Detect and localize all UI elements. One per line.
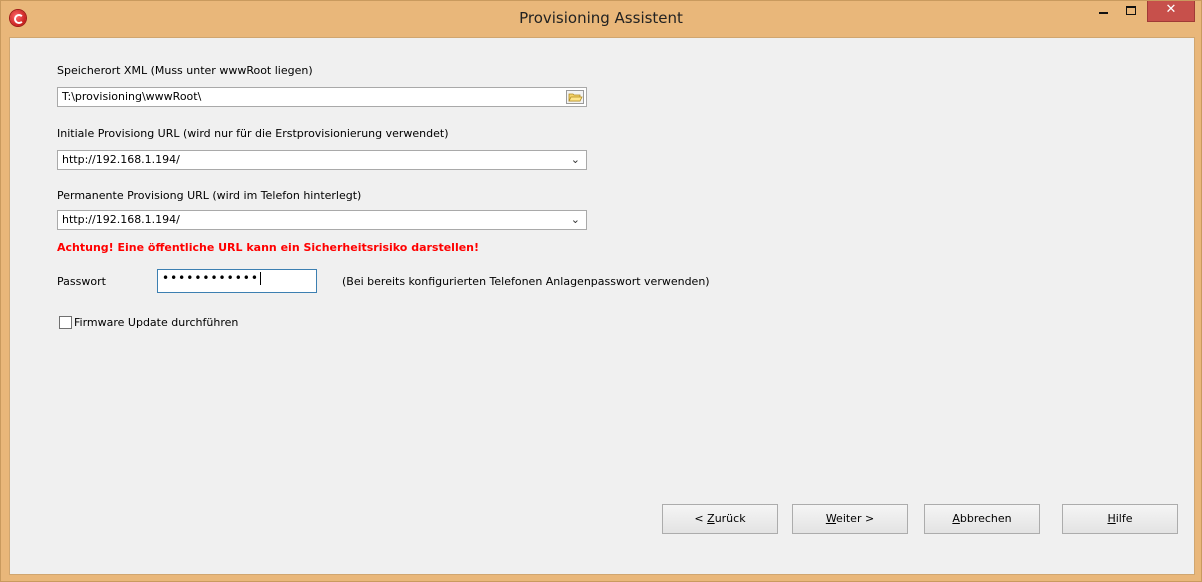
password-hint: (Bei bereits konfigurierten Telefonen An… (342, 275, 710, 288)
xml-location-label: Speicherort XML (Muss unter wwwRoot lieg… (57, 64, 313, 77)
next-button[interactable]: Weiter > (792, 504, 908, 534)
browse-folder-button[interactable] (566, 90, 584, 104)
next-label: eiter > (836, 512, 875, 525)
dialog-window: Provisioning Assistent ✕ Speicherort XML… (0, 0, 1202, 582)
dialog-content: Speicherort XML (Muss unter wwwRoot lieg… (9, 37, 1195, 575)
minimize-button[interactable] (1090, 1, 1116, 22)
permanent-url-combobox[interactable]: http://192.168.1.194/ ⌄ (57, 210, 587, 230)
password-label: Passwort (57, 275, 106, 288)
maximize-button[interactable] (1118, 1, 1144, 22)
security-warning: Achtung! Eine öffentliche URL kann ein S… (57, 241, 480, 254)
chevron-down-icon[interactable]: ⌄ (571, 211, 580, 229)
firmware-update-checkbox[interactable] (59, 316, 72, 329)
back-button[interactable]: < Zurück (662, 504, 778, 534)
text-caret (259, 272, 261, 285)
initial-url-combobox[interactable]: http://192.168.1.194/ ⌄ (57, 150, 587, 170)
maximize-icon (1126, 6, 1136, 15)
password-input[interactable]: •••••••••••• (157, 269, 317, 293)
cancel-label: bbrechen (959, 512, 1012, 525)
firmware-update-label[interactable]: Firmware Update durchführen (74, 316, 238, 329)
cancel-button[interactable]: Abbrechen (924, 504, 1040, 534)
cancel-mnemonic: A (952, 512, 960, 525)
back-mnemonic: Z (707, 512, 715, 525)
help-label: ilfe (1115, 512, 1133, 525)
help-mnemonic: H (1107, 512, 1116, 525)
password-value: •••••••••••• (162, 271, 259, 285)
initial-url-label: Initiale Provisiong URL (wird nur für di… (57, 127, 449, 140)
permanent-url-label: Permanente Provisiong URL (wird im Telef… (57, 189, 362, 202)
permanent-url-value: http://192.168.1.194/ (62, 213, 180, 226)
back-prefix: < (694, 512, 708, 525)
next-mnemonic: W (825, 512, 837, 525)
close-icon: ✕ (1165, 2, 1177, 17)
title-bar[interactable]: Provisioning Assistent ✕ (1, 1, 1201, 37)
folder-icon (566, 90, 584, 104)
window-title: Provisioning Assistent (519, 9, 683, 27)
close-button[interactable]: ✕ (1147, 1, 1195, 22)
chevron-down-icon[interactable]: ⌄ (571, 151, 580, 169)
xml-location-value: T:\provisioning\wwwRoot\ (62, 90, 202, 103)
xml-location-input[interactable]: T:\provisioning\wwwRoot\ (57, 87, 587, 107)
help-button[interactable]: Hilfe (1062, 504, 1178, 534)
minimize-icon (1099, 12, 1108, 14)
back-label: urück (714, 512, 746, 525)
initial-url-value: http://192.168.1.194/ (62, 153, 180, 166)
